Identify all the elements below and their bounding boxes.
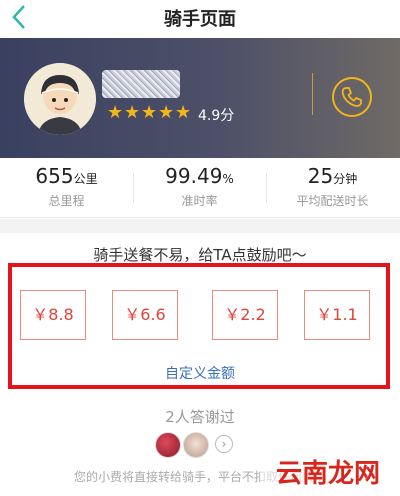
stat-total-distance: 655公里 总里程 bbox=[0, 164, 133, 209]
tip-button-2-2[interactable]: ￥2.2 bbox=[212, 290, 278, 340]
thanked-user-avatar bbox=[183, 432, 209, 458]
phone-icon bbox=[341, 87, 362, 107]
tip-button-6-6[interactable]: ￥6.6 bbox=[112, 290, 178, 340]
stat-avg-delivery-time: 25分钟 平均配送时长 bbox=[266, 164, 399, 209]
stat-unit: 分钟 bbox=[333, 172, 358, 186]
tip-button-1-1[interactable]: ￥1.1 bbox=[304, 290, 370, 340]
chevron-right-icon[interactable]: › bbox=[215, 435, 233, 453]
page-title: 骑手页面 bbox=[164, 9, 236, 30]
nav-bar: 骑手页面 bbox=[0, 0, 400, 38]
stat-unit: 公里 bbox=[73, 172, 98, 186]
stat-label: 平均配送时长 bbox=[296, 194, 369, 208]
rider-avatar-icon bbox=[24, 63, 96, 135]
star-icon: ★ bbox=[124, 102, 141, 123]
stat-value: 655 bbox=[35, 164, 74, 188]
rider-name-blurred bbox=[102, 70, 180, 98]
svg-text:云南龙网: 云南龙网 bbox=[276, 459, 380, 489]
thanked-user-avatar bbox=[155, 432, 181, 458]
stat-label: 总里程 bbox=[48, 194, 85, 208]
stat-on-time-rate: 99.49% 准时率 bbox=[133, 164, 266, 209]
custom-amount-link[interactable]: 自定义金额 bbox=[0, 363, 400, 383]
header-divider bbox=[312, 73, 313, 115]
section-gap bbox=[0, 219, 400, 233]
rider-avatar bbox=[24, 63, 96, 135]
rider-stats: 655公里 总里程 99.49% 准时率 25分钟 平均配送时长 bbox=[0, 158, 400, 218]
rider-header: ★ ★ ★ ★ ★ 4.9分 bbox=[0, 38, 400, 158]
star-icon: ★ bbox=[158, 102, 175, 123]
stat-value: 25 bbox=[307, 164, 334, 188]
rating-score: 4.9分 bbox=[198, 108, 235, 124]
stat-label: 准时率 bbox=[181, 194, 218, 208]
star-icon: ★ bbox=[107, 102, 124, 123]
call-button[interactable] bbox=[332, 77, 372, 117]
encourage-text: 骑手送餐不易，给TA点鼓励吧～ bbox=[93, 246, 307, 264]
star-icon: ★ bbox=[175, 102, 192, 123]
watermark-logo: 云南龙网 bbox=[260, 456, 396, 489]
stat-value: 99.49 bbox=[165, 164, 223, 188]
stat-unit: % bbox=[222, 172, 234, 186]
tip-button-8-8[interactable]: ￥8.8 bbox=[20, 290, 86, 340]
thanked-count: 2人答谢过 bbox=[165, 408, 235, 426]
star-icon: ★ bbox=[141, 102, 158, 123]
